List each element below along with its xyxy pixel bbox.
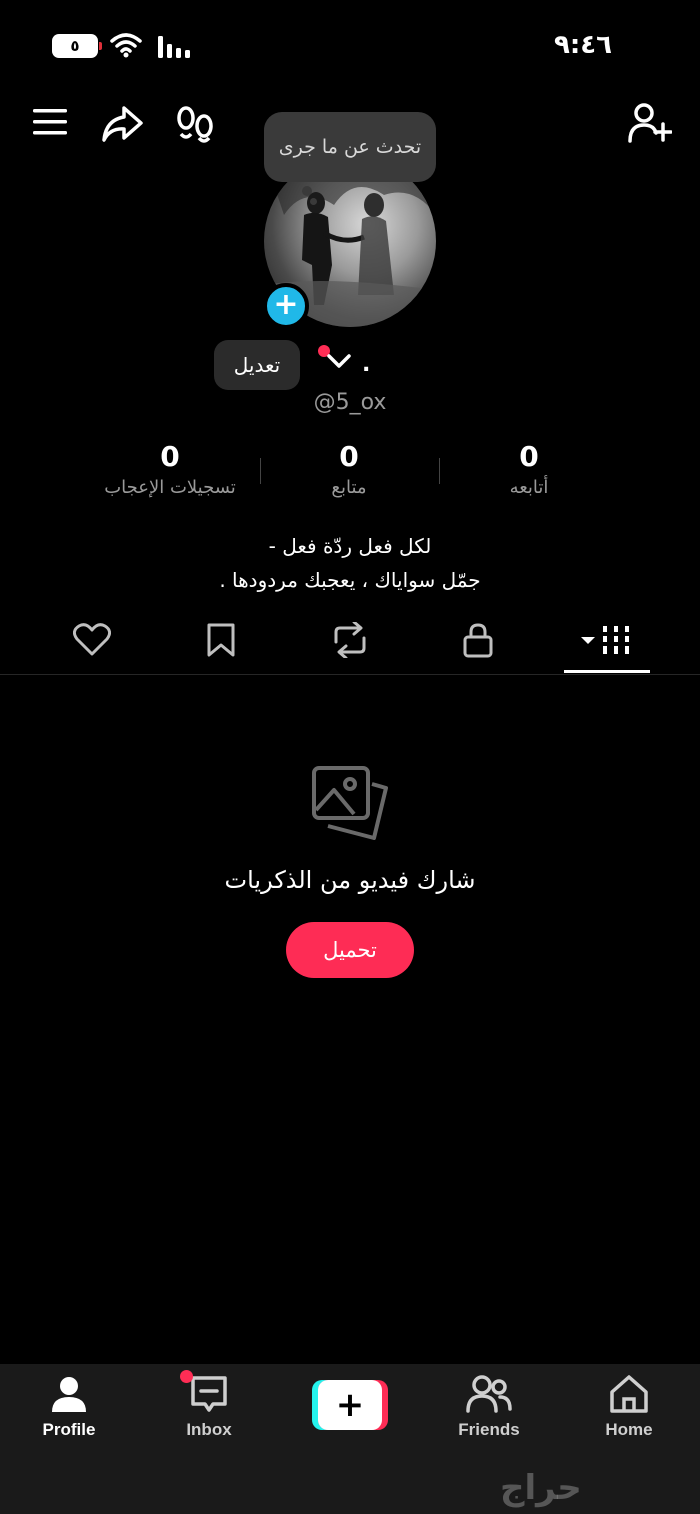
tab-divider (0, 674, 700, 675)
photos-icon (312, 766, 388, 840)
status-tooltip[interactable]: تحدث عن ما جرى (264, 112, 436, 182)
empty-state-text: شارك فيديو من الذكريات (224, 866, 476, 894)
nav-profile-label: Profile (42, 1420, 96, 1439)
tooltip-tail-small (310, 198, 317, 205)
repost-icon (334, 622, 366, 658)
add-avatar-button[interactable]: + (263, 283, 309, 329)
following-label: أتابعه (509, 477, 549, 498)
followers-count: 0 (339, 440, 359, 473)
menu-icon[interactable] (32, 106, 68, 138)
wifi-icon (110, 33, 142, 58)
tab-private[interactable] (448, 616, 508, 664)
nav-friends-label: Friends (458, 1420, 520, 1439)
bio-line-2: جمّل سواياك ، يعجبك مردودها . (219, 568, 481, 592)
tab-saved[interactable] (191, 616, 251, 664)
status-time: ٩:٤٦ (553, 30, 612, 60)
nav-home[interactable]: Home (574, 1374, 684, 1440)
nav-inbox[interactable]: Inbox (154, 1374, 264, 1440)
nav-profile[interactable]: Profile (14, 1374, 124, 1440)
tab-videos[interactable] (575, 616, 635, 664)
signal-icon (158, 36, 190, 58)
following-count: 0 (519, 440, 539, 473)
nav-home-label: Home (605, 1420, 653, 1439)
likes-label: تسجيلات الإعجاب (104, 477, 236, 498)
bookmark-icon (207, 623, 235, 657)
likes-count: 0 (160, 440, 180, 473)
watermark-logo: حراج (500, 1468, 582, 1508)
tooltip-tail (302, 186, 312, 196)
battery-level: ٥ (70, 37, 80, 55)
chevron-down-icon[interactable] (326, 352, 352, 370)
plus-icon: + (318, 1380, 382, 1430)
upload-button[interactable]: تحميل (286, 922, 414, 978)
battery-indicator: ٥ (52, 34, 102, 58)
inbox-icon (191, 1376, 227, 1412)
grid-dropdown-icon (581, 626, 629, 654)
add-user-icon[interactable] (628, 102, 672, 144)
edit-profile-button[interactable]: تعديل (214, 340, 300, 390)
tab-liked[interactable] (62, 616, 122, 664)
create-button[interactable]: + (312, 1380, 388, 1430)
footprints-icon[interactable] (176, 104, 214, 144)
heart-icon (73, 623, 111, 656)
inbox-notification-dot (180, 1370, 193, 1383)
friends-icon (466, 1375, 512, 1413)
home-icon (610, 1375, 648, 1413)
likes-stat[interactable]: 0 تسجيلات الإعجاب (70, 440, 270, 498)
nav-inbox-label: Inbox (186, 1420, 232, 1439)
share-icon[interactable] (100, 104, 144, 144)
tab-reposts[interactable] (320, 616, 380, 664)
bio-line-1: لكل فعل ردّة فعل - (268, 534, 432, 558)
followers-label: متابع (331, 477, 367, 498)
username: @5_ox (313, 390, 387, 415)
active-tab-indicator (564, 670, 650, 673)
nav-friends[interactable]: Friends (434, 1374, 544, 1440)
lock-icon (463, 623, 493, 658)
profile-icon (52, 1377, 86, 1412)
following-stat[interactable]: 0 أتابعه (429, 440, 629, 498)
display-name: . (362, 352, 371, 377)
followers-stat[interactable]: 0 متابع (249, 440, 449, 498)
